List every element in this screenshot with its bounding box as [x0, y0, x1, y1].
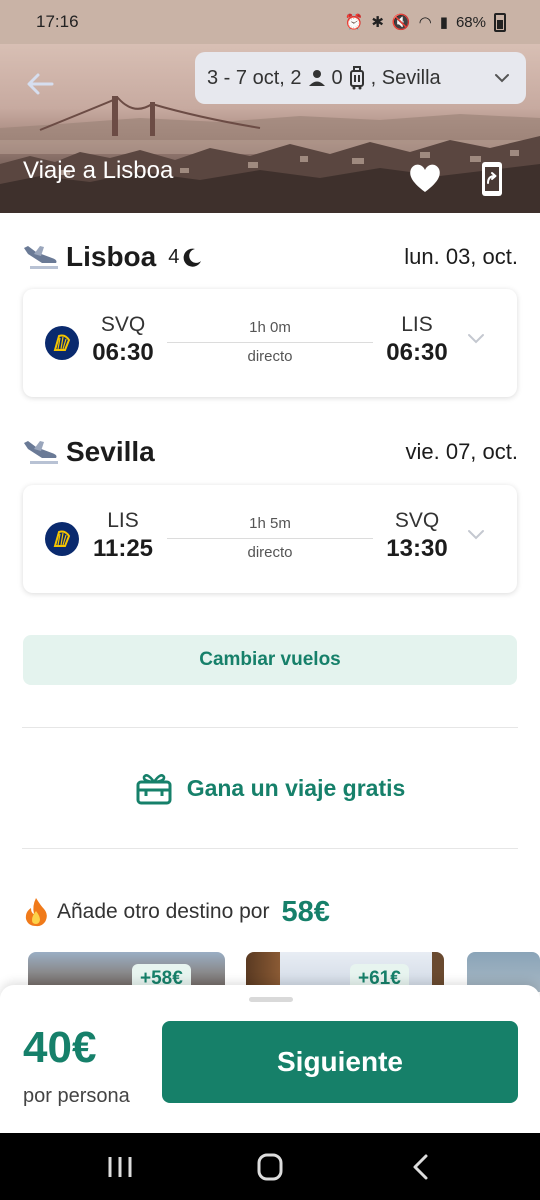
departure-info: LIS 11:25	[87, 509, 159, 563]
airline-logo	[45, 326, 79, 360]
route-line	[167, 538, 373, 539]
harp-icon	[53, 334, 71, 351]
battery-percent: 68%	[455, 13, 486, 31]
status-time: 17:16	[36, 12, 79, 31]
checkout-bar: 40€ por persona Siguiente	[0, 985, 540, 1133]
trip-summary-selector[interactable]: 3 - 7 oct, 2 0 , Sevilla	[195, 52, 526, 104]
origin-city: , Sevilla	[370, 66, 441, 89]
favorite-button[interactable]	[408, 162, 442, 194]
chevron-down-icon	[495, 74, 509, 83]
return-segment-header: Sevilla vie. 07, oct.	[22, 432, 518, 472]
moon-icon	[183, 248, 202, 267]
system-nav-bar	[0, 1133, 540, 1200]
arrival-info: LIS 06:30	[379, 313, 455, 367]
expand-chevron-icon[interactable]	[467, 333, 485, 345]
outbound-flight-card[interactable]: SVQ 06:30 1h 0m directo LIS 06:30	[23, 289, 517, 397]
departure-plane-icon	[24, 441, 58, 464]
next-button[interactable]: Siguiente	[162, 1021, 518, 1103]
outbound-segment-header: Lisboa 4 lun. 03, oct.	[22, 237, 518, 277]
flight-duration-info: 1h 0m directo	[167, 319, 373, 365]
add-destination-label: Añade otro destino por	[57, 900, 270, 923]
nights-number: 4	[168, 245, 180, 268]
luggage-count: 0	[331, 66, 343, 89]
departure-time: 11:25	[92, 535, 154, 562]
share-phone-icon	[482, 162, 502, 196]
total-price: 40€	[23, 1023, 97, 1072]
recent-apps-icon[interactable]	[100, 1151, 140, 1183]
return-flight-card[interactable]: LIS 11:25 1h 5m directo SVQ 13:30	[23, 485, 517, 593]
flight-type: directo	[247, 348, 293, 365]
mute-icon: 🔇	[391, 14, 411, 31]
alarm-icon: ⏰	[344, 14, 364, 31]
divider	[22, 727, 518, 728]
arrival-time: 06:30	[386, 339, 448, 366]
luggage-icon	[349, 66, 364, 90]
flight-duration: 1h 5m	[249, 515, 291, 532]
fire-icon	[25, 898, 47, 927]
person-icon	[308, 70, 325, 86]
home-icon[interactable]	[250, 1151, 290, 1183]
free-trip-label: Gana un viaje gratis	[186, 774, 406, 801]
departure-plane-icon	[24, 246, 58, 269]
free-trip-link[interactable]: Gana un viaje gratis	[0, 766, 540, 810]
add-destination-price: 58€	[281, 895, 330, 928]
drag-handle[interactable]	[249, 997, 293, 1002]
share-button[interactable]	[480, 161, 504, 197]
arrival-code: SVQ	[394, 509, 440, 532]
status-icons: ⏰ ✱ 🔇 ◠ ▮ 68%	[344, 12, 506, 32]
change-flights-button[interactable]: Cambiar vuelos	[23, 635, 517, 685]
arrival-info: SVQ 13:30	[379, 509, 455, 563]
hero-banner: 3 - 7 oct, 2 0 , Sevilla Viaje a Lisboa	[0, 44, 540, 213]
page-title: Viaje a Lisboa	[23, 157, 174, 184]
status-bar: 17:16 ⏰ ✱ 🔇 ◠ ▮ 68%	[0, 0, 540, 44]
add-destination-heading: Añade otro destino por 58€	[23, 890, 330, 934]
heart-icon	[410, 164, 440, 192]
wifi-icon: ◠	[418, 14, 432, 31]
return-date: vie. 07, oct.	[405, 439, 518, 464]
outbound-city: Lisboa	[66, 241, 157, 272]
gift-icon	[136, 774, 172, 805]
trip-dates-passengers: 3 - 7 oct, 2	[207, 66, 302, 89]
flight-type: directo	[247, 544, 293, 561]
signal-icon: ▮	[439, 14, 448, 31]
outbound-date: lun. 03, oct.	[404, 244, 518, 269]
airline-logo	[45, 522, 79, 556]
back-button[interactable]	[24, 70, 56, 98]
arrow-left-icon	[27, 73, 54, 95]
expand-chevron-icon[interactable]	[467, 529, 485, 541]
return-city: Sevilla	[66, 436, 155, 467]
price-unit: por persona	[23, 1085, 130, 1107]
flight-duration: 1h 0m	[249, 319, 291, 336]
departure-info: SVQ 06:30	[87, 313, 159, 367]
departure-code: SVQ	[100, 313, 146, 336]
harp-icon	[53, 530, 71, 547]
departure-time: 06:30	[92, 339, 154, 366]
nights-count: 4	[168, 246, 203, 269]
arrival-code: LIS	[401, 313, 433, 336]
bluetooth-icon: ✱	[371, 14, 384, 31]
divider	[22, 848, 518, 849]
departure-code: LIS	[107, 509, 139, 532]
back-nav-icon[interactable]	[402, 1151, 442, 1183]
route-line	[167, 342, 373, 343]
battery-icon	[494, 12, 506, 32]
arrival-time: 13:30	[386, 535, 448, 562]
flight-duration-info: 1h 5m directo	[167, 515, 373, 561]
